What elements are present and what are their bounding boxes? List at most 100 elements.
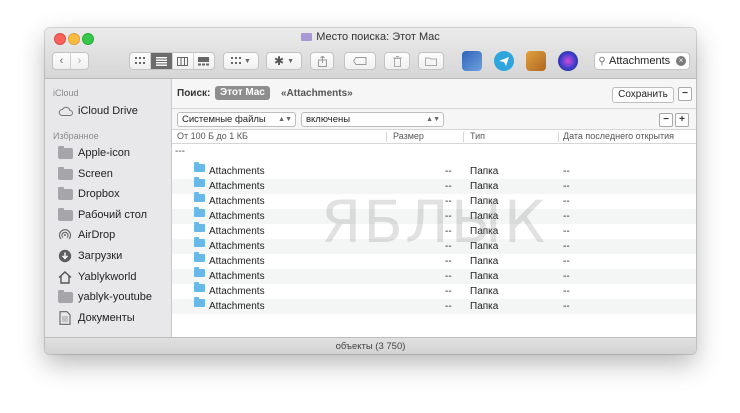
row-kind: Папка: [470, 241, 499, 252]
folder-icon: [194, 207, 205, 217]
forward-button[interactable]: ›: [71, 53, 88, 69]
criteria-attribute-popup[interactable]: Системные файлы ▲▼: [177, 112, 296, 127]
finder-window: Место поиска: Этот Mac ‹ › ▼ ✱ ▼ ⚲ Attac…: [45, 28, 696, 354]
folder-icon: [57, 207, 73, 222]
table-row[interactable]: Attachments -- Папка --: [172, 162, 696, 179]
group-by-button[interactable]: ▼: [223, 52, 259, 70]
remove-rule-button[interactable]: −: [659, 113, 673, 127]
sidebar-item-label: Apple-icon: [78, 147, 130, 159]
siri-icon[interactable]: [558, 51, 578, 71]
row-name: Attachments: [209, 301, 265, 312]
sidebar-item-label: Рабочий стол: [78, 209, 148, 221]
table-row[interactable]: Attachments -- Папка --: [172, 267, 696, 284]
row-name: Attachments: [209, 166, 265, 177]
sidebar-item-desktop[interactable]: Рабочий стол: [57, 206, 147, 224]
table-row[interactable]: Attachments -- Папка --: [172, 237, 696, 254]
item-count: объекты (3 750): [335, 341, 406, 352]
new-folder-icon: [425, 57, 437, 66]
add-rule-button[interactable]: +: [675, 113, 689, 127]
scope-folder-button[interactable]: «Attachments»: [281, 88, 353, 99]
column-header-kind[interactable]: Тип: [470, 130, 485, 143]
move-to-trash-button[interactable]: [384, 52, 410, 70]
image-capture-app-icon[interactable]: [462, 51, 482, 71]
table-row[interactable]: Attachments -- Папка --: [172, 297, 696, 314]
column-view-button[interactable]: [173, 53, 194, 69]
sidebar-item-airdrop[interactable]: AirDrop: [57, 226, 115, 244]
search-folder-icon: [301, 33, 313, 41]
table-row[interactable]: Attachments -- Папка --: [172, 282, 696, 299]
preview-app-icon[interactable]: [526, 51, 546, 71]
search-query[interactable]: Attachments: [609, 55, 676, 67]
remove-criteria-button[interactable]: −: [678, 87, 692, 101]
toolbar: Место поиска: Этот Mac ‹ › ▼ ✱ ▼ ⚲ Attac…: [45, 28, 696, 79]
column-divider[interactable]: [386, 132, 387, 142]
criteria-value-popup[interactable]: включены ▲▼: [301, 112, 444, 127]
table-row[interactable]: Attachments -- Папка --: [172, 252, 696, 269]
row-kind: Папка: [470, 211, 499, 222]
group-separator: ---: [175, 146, 185, 157]
sidebar-item-icloud-drive[interactable]: iCloud Drive: [57, 102, 138, 120]
folder-icon: [194, 162, 205, 172]
row-date: --: [563, 301, 570, 312]
row-size: --: [445, 211, 452, 222]
chevron-right-icon: ›: [77, 55, 82, 67]
row-date: --: [563, 211, 570, 222]
airdrop-icon: [57, 228, 73, 242]
gallery-view-icon: [198, 56, 210, 65]
table-row[interactable]: Attachments -- Папка --: [172, 207, 696, 224]
sidebar-item-screen[interactable]: Screen: [57, 165, 113, 183]
sidebar-item-apple-icon[interactable]: Apple-icon: [57, 144, 130, 162]
back-button[interactable]: ‹: [53, 53, 71, 69]
share-button[interactable]: [310, 52, 334, 70]
sidebar-item-dropbox[interactable]: Dropbox: [57, 185, 120, 203]
row-size: --: [445, 271, 452, 282]
sidebar-item-downloads[interactable]: Загрузки: [57, 247, 122, 265]
sidebar-item-label: Dropbox: [78, 188, 120, 200]
table-row[interactable]: Attachments -- Папка --: [172, 192, 696, 209]
action-button[interactable]: ✱ ▼: [266, 52, 302, 70]
clear-search-icon[interactable]: ×: [676, 56, 686, 66]
search-field[interactable]: ⚲ Attachments ×: [594, 52, 690, 70]
sidebar-item-yablyk-youtube[interactable]: yablyk-youtube: [57, 288, 152, 306]
row-date: --: [563, 226, 570, 237]
row-name: Attachments: [209, 196, 265, 207]
table-row[interactable]: Attachments -- Папка --: [172, 222, 696, 239]
sidebar-item-label: AirDrop: [78, 229, 116, 241]
chevron-left-icon: ‹: [59, 55, 64, 67]
row-date: --: [563, 286, 570, 297]
sidebar-item-home[interactable]: Yablykworld: [57, 268, 137, 286]
row-kind: Папка: [470, 301, 499, 312]
save-search-button[interactable]: Сохранить: [612, 87, 674, 103]
sidebar-item-label: Yablykworld: [78, 271, 137, 283]
folder-icon: [194, 177, 205, 187]
column-view-icon: [177, 56, 189, 66]
row-name: Attachments: [209, 181, 265, 192]
tags-button[interactable]: [344, 52, 376, 70]
icon-view-button[interactable]: [130, 53, 152, 69]
popup-arrows-icon: ▲▼: [426, 116, 440, 123]
criteria-attribute-value: Системные файлы: [182, 114, 266, 125]
column-divider[interactable]: [463, 132, 464, 142]
icon-view-icon: [135, 57, 146, 64]
column-header-row: От 100 Б до 1 КБ Размер Тип Дата последн…: [172, 130, 696, 144]
list-view-button[interactable]: [151, 53, 173, 69]
gallery-view-button[interactable]: [194, 53, 214, 69]
telegram-app-icon[interactable]: [494, 51, 514, 71]
row-size: --: [445, 301, 452, 312]
scope-label: Поиск:: [177, 88, 211, 99]
documents-icon: [57, 311, 73, 325]
column-header-last-opened[interactable]: Дата последнего открытия: [563, 130, 674, 143]
sidebar: iCloud iCloud Drive Избранное Apple-icon…: [45, 79, 172, 337]
column-divider[interactable]: [558, 132, 559, 142]
new-folder-button[interactable]: [418, 52, 444, 70]
table-row[interactable]: Attachments -- Папка --: [172, 177, 696, 194]
scope-this-mac-button[interactable]: Этот Mac: [215, 86, 270, 100]
window-title: Место поиска: Этот Mac: [45, 31, 696, 43]
popup-arrows-icon: ▲▼: [278, 116, 292, 123]
column-header-name[interactable]: От 100 Б до 1 КБ: [177, 130, 248, 143]
row-size: --: [445, 226, 452, 237]
home-icon: [57, 270, 73, 284]
sidebar-item-documents[interactable]: Документы: [57, 309, 135, 327]
column-header-size[interactable]: Размер: [393, 130, 424, 143]
cloud-icon: [57, 104, 73, 118]
